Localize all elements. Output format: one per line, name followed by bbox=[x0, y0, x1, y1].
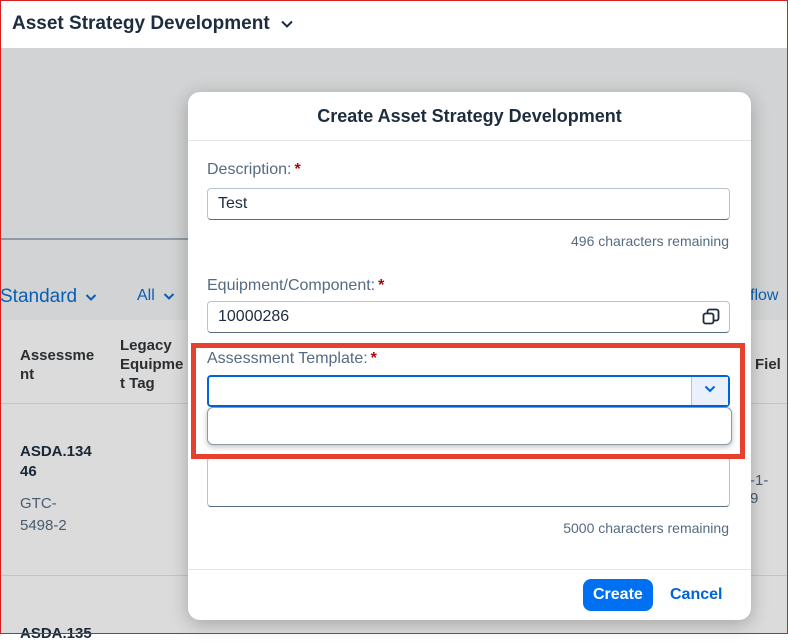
dialog-footer: Create Cancel bbox=[188, 569, 751, 620]
cancel-button[interactable]: Cancel bbox=[660, 579, 732, 611]
chevron-down-icon bbox=[280, 17, 294, 31]
equipment-input[interactable] bbox=[207, 301, 730, 333]
template-combobox[interactable] bbox=[207, 375, 730, 407]
value-help-icon[interactable] bbox=[701, 307, 721, 327]
create-button[interactable]: Create bbox=[583, 579, 653, 611]
description-label: Description: * bbox=[207, 161, 301, 178]
notes-textarea[interactable] bbox=[207, 457, 730, 507]
required-marker: * bbox=[378, 277, 385, 294]
template-suggestions-popover bbox=[207, 407, 732, 445]
template-label: Assessment Template: * bbox=[207, 350, 377, 367]
combobox-dropdown-button[interactable] bbox=[691, 377, 728, 405]
description-input[interactable] bbox=[207, 188, 730, 220]
shell-header: Asset Strategy Development bbox=[0, 0, 788, 48]
app-title-menu[interactable]: Asset Strategy Development bbox=[12, 13, 294, 35]
description-counter: 496 characters remaining bbox=[571, 233, 729, 249]
create-dialog: Create Asset Strategy Development Descri… bbox=[188, 92, 751, 620]
required-marker: * bbox=[294, 161, 301, 178]
chevron-down-icon bbox=[703, 382, 717, 401]
notes-counter: 5000 characters remaining bbox=[563, 520, 729, 536]
required-marker: * bbox=[370, 350, 377, 367]
equipment-label: Equipment/Component: * bbox=[207, 277, 385, 294]
app-title: Asset Strategy Development bbox=[12, 13, 270, 34]
dialog-title: Create Asset Strategy Development bbox=[188, 92, 751, 141]
equipment-field bbox=[188, 301, 751, 333]
